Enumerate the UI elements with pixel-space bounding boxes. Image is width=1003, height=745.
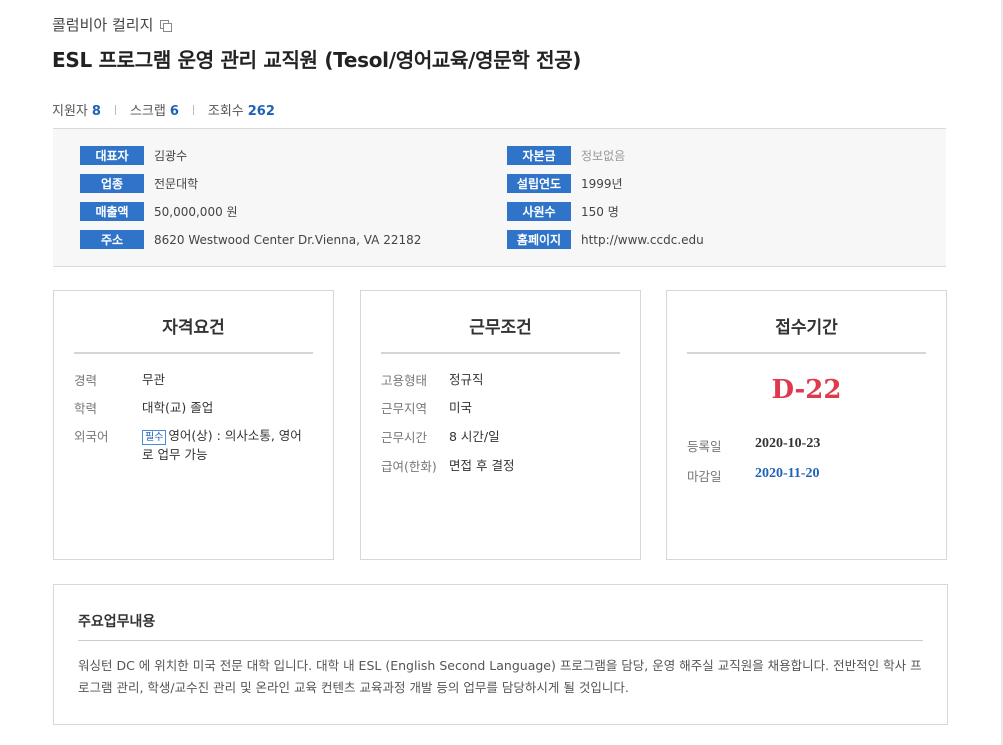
stat-divider [192,104,194,115]
duties-title: 주요업무내용 [78,614,156,630]
company-name[interactable]: 콜럼비아 컬리지 [52,14,173,35]
info-row-employees: 사원수 150 명 [507,202,619,221]
info-row-ceo: 대표자 김광수 [80,146,187,165]
stat-divider [114,104,116,115]
stat-views: 조회수 262 [207,104,275,119]
job-stats: 지원자 8 스크랩 6 조회수 262 [52,100,275,119]
conditions-box: 근무조건 고용형태 정규직 근무지역 미국 근무시간 8 시간/일 급여(한화)… [360,290,641,560]
homepage-link[interactable]: http://www.ccdc.edu [581,233,704,247]
info-tag: 사원수 [507,202,571,221]
stat-scraps: 스크랩 6 [129,104,179,119]
info-tag: 주소 [80,230,144,249]
qualifications-box: 자격요건 경력 무관 학력 대학(교) 졸업 외국어 필수 영어(상) : 의사소… [53,290,334,560]
stat-applicants: 지원자 8 [52,104,101,119]
required-badge: 필수 [142,430,167,445]
company-info-panel: 대표자 김광수 업종 전문대학 매출액 50,000,000 원 주소 8620… [53,128,946,267]
divider [381,352,620,354]
info-value: 정보없음 [581,149,626,163]
duties-box: 주요업무내용 워싱턴 DC 에 위치한 미국 전문 대학 입니다. 대학 내 E… [53,584,948,725]
info-tag: 설립연도 [507,174,571,193]
conditions-title: 근무조건 [469,318,532,338]
info-row-capital: 자본금 정보없음 [507,146,625,165]
qual-row-language: 외국어 필수 영어(상) : 의사소통, 영어로 업무 가능 [74,428,302,462]
divider [74,352,313,354]
cond-row-salary: 급여(한화) 면접 후 결정 [381,458,515,474]
info-tag: 업종 [80,174,144,193]
company-name-label[interactable]: 콜럼비아 컬리지 [52,14,153,35]
info-tag: 홈페이지 [507,230,571,249]
registered-date: 2020-10-23 [755,436,821,451]
page-title: ESL 프로그램 운영 관리 교직원 (Tesol/영어교육/영문학 전공) [52,48,582,72]
cond-row-hours: 근무시간 8 시간/일 [381,429,500,445]
period-box: 접수기간 D-22 등록일 2020-10-23 마감일 2020-11-20 [666,290,947,560]
registered-date-row: 등록일 2020-10-23 [687,436,821,454]
dday-counter: D-22 [771,375,842,405]
info-tag: 매출액 [80,202,144,221]
info-row-founded: 설립연도 1999년 [507,174,623,193]
info-tag: 대표자 [80,146,144,165]
deadline-date: 2020-11-20 [755,466,820,481]
period-title: 접수기간 [775,318,838,338]
info-row-homepage: 홈페이지 http://www.ccdc.edu [507,230,704,249]
info-row-address: 주소 8620 Westwood Center Dr.Vienna, VA 22… [80,230,421,249]
copy-icon[interactable] [159,19,173,32]
cond-row-type: 고용형태 정규직 [381,372,484,388]
cond-row-location: 근무지역 미국 [381,400,473,416]
divider [78,640,923,641]
info-tag: 자본금 [507,146,571,165]
qual-row-experience: 경력 무관 [74,372,166,388]
info-value: 김광수 [154,149,188,163]
info-row-industry: 업종 전문대학 [80,174,198,193]
info-value: 전문대학 [154,177,199,191]
info-value: 8620 Westwood Center Dr.Vienna, VA 22182 [154,232,422,247]
info-row-revenue: 매출액 50,000,000 원 [80,202,238,221]
divider [687,352,926,354]
duties-text: 워싱턴 DC 에 위치한 미국 전문 대학 입니다. 대학 내 ESL (Eng… [78,658,922,695]
qual-row-education: 학력 대학(교) 졸업 [74,400,214,416]
info-value: 1999년 [581,177,623,191]
info-value: 150 명 [581,205,619,219]
qualifications-title: 자격요건 [162,318,225,338]
deadline-date-row: 마감일 2020-11-20 [687,466,820,484]
info-value: 50,000,000 원 [154,205,238,219]
